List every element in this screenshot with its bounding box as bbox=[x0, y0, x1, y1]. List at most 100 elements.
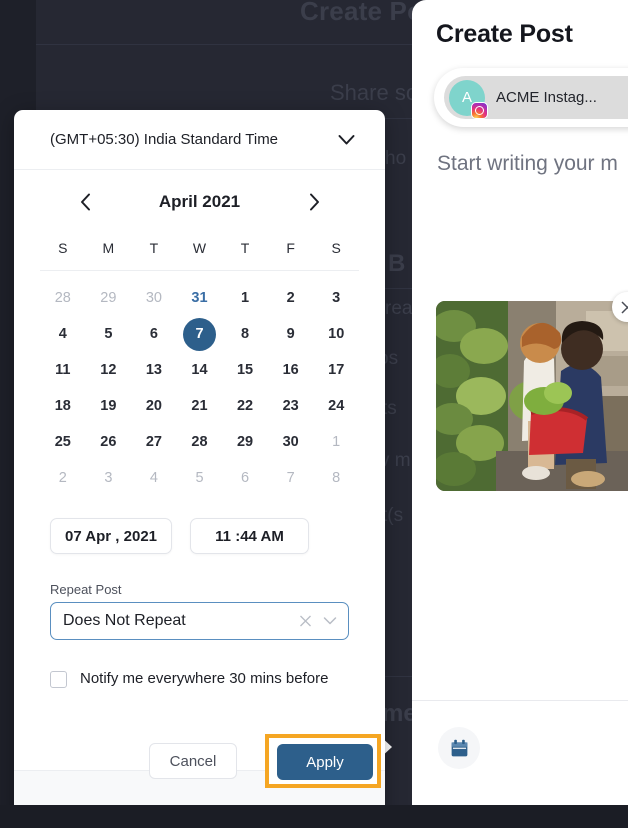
calendar-day[interactable]: 6 bbox=[131, 316, 177, 352]
chevron-down-icon[interactable] bbox=[323, 617, 337, 626]
calendar-day-label: 9 bbox=[286, 326, 295, 342]
calendar-day[interactable]: 5 bbox=[86, 316, 132, 352]
calendar-day[interactable]: 24 bbox=[313, 388, 359, 424]
clear-icon[interactable] bbox=[299, 615, 312, 628]
calendar-day-label: 3 bbox=[332, 290, 341, 306]
prev-month-button[interactable] bbox=[70, 187, 100, 217]
calendar-day-label: 1 bbox=[241, 290, 250, 306]
background-fragment: B bbox=[388, 250, 406, 277]
calendar-day[interactable]: 28 bbox=[40, 280, 86, 316]
calendar-day-label: 2 bbox=[58, 470, 67, 486]
calendar-day[interactable]: 10 bbox=[313, 316, 359, 352]
calendar-day-label: 6 bbox=[241, 470, 250, 486]
calendar-day-label: 23 bbox=[282, 398, 299, 414]
calendar-day[interactable]: 29 bbox=[86, 280, 132, 316]
calendar-day-label: 10 bbox=[328, 326, 345, 342]
cancel-button[interactable]: Cancel bbox=[149, 743, 237, 779]
calendar-day[interactable]: 29 bbox=[222, 424, 268, 460]
calendar-day[interactable]: 12 bbox=[86, 352, 132, 388]
calendar-day[interactable]: 3 bbox=[313, 280, 359, 316]
calendar-day-label: 8 bbox=[332, 470, 341, 486]
repeat-post-select[interactable]: Does Not Repeat bbox=[50, 602, 349, 640]
date-field[interactable]: 07 Apr , 2021 bbox=[50, 518, 172, 554]
calendar-weekday-header: SMTWTFS bbox=[40, 234, 359, 271]
media-thumbnail[interactable] bbox=[436, 301, 628, 491]
calendar-day[interactable]: 5 bbox=[177, 460, 223, 496]
composer-placeholder[interactable]: Start writing your m bbox=[437, 152, 618, 176]
calendar-day[interactable]: 20 bbox=[131, 388, 177, 424]
calendar-day-label: 5 bbox=[104, 326, 113, 342]
calendar-day[interactable]: 17 bbox=[313, 352, 359, 388]
notify-checkbox[interactable] bbox=[50, 671, 67, 688]
calendar-day-label: 4 bbox=[149, 470, 158, 486]
calendar-day-today[interactable]: 31 bbox=[177, 280, 223, 316]
calendar-day[interactable]: 25 bbox=[40, 424, 86, 460]
apply-button[interactable]: Apply bbox=[277, 744, 373, 780]
calendar-day[interactable]: 15 bbox=[222, 352, 268, 388]
calendar-day[interactable]: 4 bbox=[40, 316, 86, 352]
apply-highlight-annotation: Apply bbox=[265, 734, 381, 788]
calendar-day[interactable]: 2 bbox=[268, 280, 314, 316]
calendar-day[interactable]: 8 bbox=[313, 460, 359, 496]
calendar-day[interactable]: 30 bbox=[131, 280, 177, 316]
calendar-day[interactable]: 30 bbox=[268, 424, 314, 460]
calendar-day[interactable]: 18 bbox=[40, 388, 86, 424]
chevron-left-icon bbox=[80, 193, 90, 211]
calendar-day[interactable]: 13 bbox=[131, 352, 177, 388]
calendar-day-label: 29 bbox=[100, 290, 117, 306]
calendar-day[interactable]: 19 bbox=[86, 388, 132, 424]
background-fragment: t(s bbox=[382, 505, 404, 526]
calendar-day[interactable]: 22 bbox=[222, 388, 268, 424]
calendar-weekday: M bbox=[102, 240, 115, 256]
calendar-day[interactable]: 27 bbox=[131, 424, 177, 460]
screen: Create Po Share so ho B rea os ts v m t(… bbox=[0, 0, 628, 828]
schedule-button[interactable] bbox=[438, 727, 480, 769]
calendar-week-row: 18 19 20 21 22 23 24 bbox=[40, 388, 359, 424]
calendar-day-label: 5 bbox=[195, 470, 204, 486]
calendar-grid: 28 29 30 31 1 2 3 4 5 6 7 8 9 10 11 12 13 14 15 16 17 18 19 20 2… bbox=[40, 271, 359, 496]
calendar-day[interactable]: 1 bbox=[313, 424, 359, 460]
calendar-day-label: 2 bbox=[286, 290, 295, 306]
calendar-day-label: 7 bbox=[182, 317, 216, 351]
timezone-selector[interactable]: (GMT+05:30) India Standard Time bbox=[14, 110, 385, 170]
calendar-day[interactable]: 8 bbox=[222, 316, 268, 352]
panel-footer-divider bbox=[412, 700, 628, 701]
background-fragment: ho bbox=[385, 148, 407, 169]
calendar-day-label: 13 bbox=[145, 362, 162, 378]
calendar-day-label: 16 bbox=[282, 362, 299, 378]
calendar-day-label: 12 bbox=[100, 362, 117, 378]
media-image bbox=[436, 301, 628, 491]
calendar-day[interactable]: 26 bbox=[86, 424, 132, 460]
calendar-day[interactable]: 11 bbox=[40, 352, 86, 388]
account-selector[interactable]: A ACME Instag... bbox=[434, 68, 628, 127]
calendar-week-row: 2 3 4 5 6 7 8 bbox=[40, 460, 359, 496]
calendar-weekday: W bbox=[192, 240, 207, 256]
account-chip[interactable]: A ACME Instag... bbox=[444, 76, 628, 119]
calendar-day-selected[interactable]: 7 bbox=[177, 316, 223, 352]
calendar-day-label: 20 bbox=[145, 398, 162, 414]
calendar-day-label: 29 bbox=[236, 434, 254, 450]
calendar-day-label: 3 bbox=[104, 470, 113, 486]
calendar-day[interactable]: 21 bbox=[177, 388, 223, 424]
notify-label: Notify me everywhere 30 mins before bbox=[80, 670, 329, 687]
calendar-day[interactable]: 16 bbox=[268, 352, 314, 388]
calendar-day[interactable]: 9 bbox=[268, 316, 314, 352]
calendar-week-row: 25 26 27 28 29 30 1 bbox=[40, 424, 359, 460]
calendar-day[interactable]: 7 bbox=[268, 460, 314, 496]
calendar-day[interactable]: 14 bbox=[177, 352, 223, 388]
calendar-day[interactable]: 3 bbox=[86, 460, 132, 496]
calendar-day[interactable]: 2 bbox=[40, 460, 86, 496]
calendar-day[interactable]: 23 bbox=[268, 388, 314, 424]
datetime-row: 07 Apr , 2021 11 :44 AM bbox=[50, 518, 385, 554]
calendar-day[interactable]: 6 bbox=[222, 460, 268, 496]
calendar-day[interactable]: 4 bbox=[131, 460, 177, 496]
calendar-week-row: 11 12 13 14 15 16 17 bbox=[40, 352, 359, 388]
calendar-day[interactable]: 1 bbox=[222, 280, 268, 316]
calendar-day[interactable]: 28 bbox=[177, 424, 223, 460]
calendar-day-label: 24 bbox=[328, 398, 345, 414]
next-month-button[interactable] bbox=[299, 187, 329, 217]
chevron-down-icon[interactable] bbox=[338, 134, 355, 145]
avatar: A bbox=[449, 79, 488, 119]
time-field[interactable]: 11 :44 AM bbox=[190, 518, 309, 554]
notify-row[interactable]: Notify me everywhere 30 mins before bbox=[50, 668, 350, 689]
